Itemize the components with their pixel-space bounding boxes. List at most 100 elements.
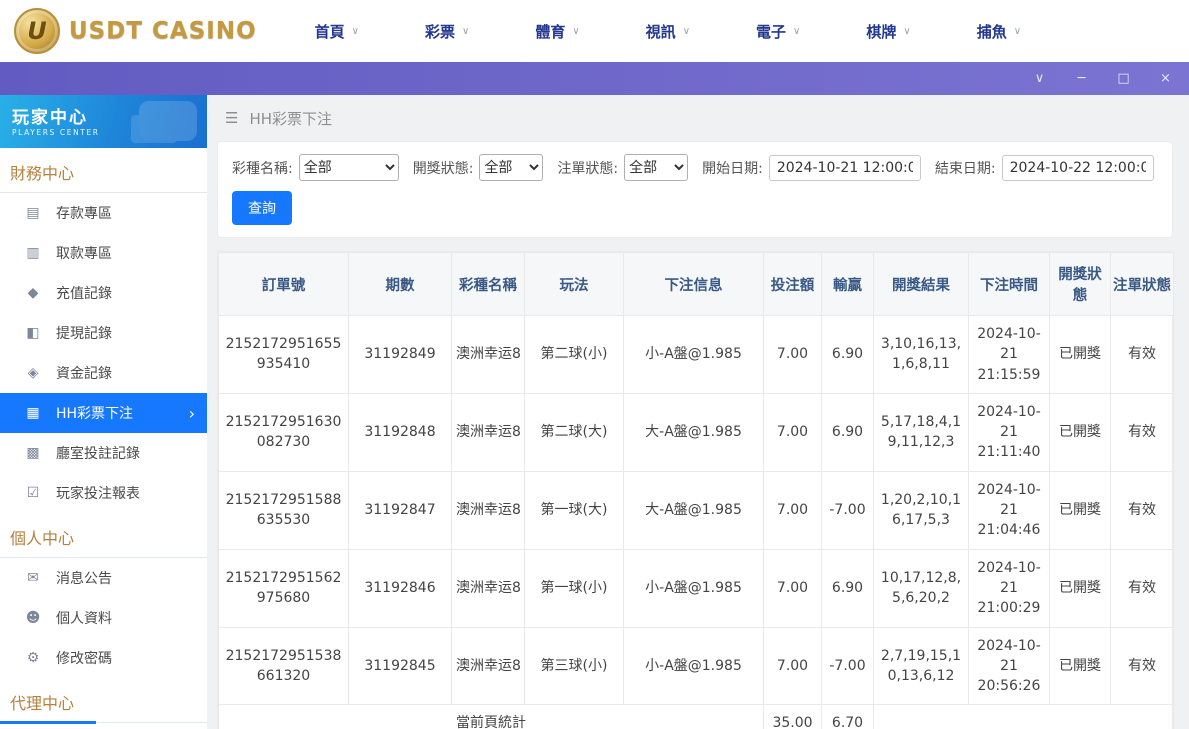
start-date-label: 開始日期: — [702, 158, 763, 178]
announcement-icon: ✉ — [24, 570, 42, 586]
table-row: 215217295153866132031192845澳洲幸运8第三球(小)小-… — [219, 627, 1174, 705]
column-header: 訂單號 — [219, 253, 349, 316]
table-cell: 第一球(小) — [525, 549, 624, 627]
sidebar-item-room-bet-record[interactable]: ▩廳室投註記錄 — [0, 433, 207, 473]
nav-item-sports[interactable]: 體育∨ — [535, 21, 579, 42]
table-cell: 澳洲幸运8 — [452, 393, 525, 471]
table-cell: 31192847 — [349, 471, 452, 549]
sidebar-item-hh-lottery-bet[interactable]: ▦ HH彩票下注 › — [0, 393, 207, 433]
sidebar-item-withdraw-area[interactable]: ▥取款專區 — [0, 233, 207, 273]
section-title: 代理中心 — [0, 678, 207, 723]
order-status-select[interactable]: 全部 — [624, 154, 688, 181]
nav-item-home[interactable]: 首頁∨ — [315, 21, 359, 42]
lottery-label: 彩種名稱: — [232, 158, 293, 178]
column-header: 開獎狀態 — [1050, 253, 1111, 316]
window-minimize-icon[interactable]: ─ — [1074, 72, 1089, 85]
sidebar-item-player-bet-report[interactable]: ☑玩家投注報表 — [0, 473, 207, 513]
sidebar-header: 玩家中心 PLAYERS CENTER — [0, 95, 207, 148]
start-date-input[interactable] — [769, 155, 921, 181]
table-cell: 2024-10-21 21:04:46 — [969, 471, 1050, 549]
sidebar-item-deposit-area[interactable]: ▤存款專區 — [0, 193, 207, 233]
sidebar-item-withdraw-record[interactable]: ◧提現記錄 — [0, 313, 207, 353]
nav-item-chess[interactable]: 棋牌∨ — [866, 21, 910, 42]
table-cell: 10,17,12,8,5,6,20,2 — [874, 549, 969, 627]
table-cell: 2152172951630082730 — [219, 393, 349, 471]
main-content: ☰ HH彩票下注 彩種名稱: 全部 開獎狀態: 全部 注單狀態: 全部 開始日期… — [207, 95, 1189, 729]
window-maximize-icon[interactable]: □ — [1116, 72, 1131, 85]
window-title-bar: ∨ ─ □ × — [0, 62, 1189, 95]
column-header: 下注信息 — [624, 253, 764, 316]
nav-item-lottery[interactable]: 彩票∨ — [425, 21, 469, 42]
lottery-select[interactable]: 全部 — [299, 154, 399, 181]
search-button[interactable]: 查詢 — [232, 191, 292, 225]
chevron-down-icon: ∨ — [683, 26, 690, 37]
window-close-icon[interactable]: × — [1158, 72, 1173, 85]
table-cell: 已開獎 — [1050, 471, 1111, 549]
table-cell: 1,20,2,10,16,17,5,3 — [874, 471, 969, 549]
hamburger-icon[interactable]: ☰ — [225, 109, 238, 127]
sidebar-item-label: 充值記錄 — [56, 283, 112, 303]
sidebar-item-label: 提現記錄 — [56, 323, 112, 343]
table-cell: 6.90 — [822, 393, 874, 471]
table-cell: 7.00 — [764, 627, 822, 705]
sidebar-item-recharge-record[interactable]: ◆ 充值記錄 — [0, 273, 207, 313]
table-cell: 已開獎 — [1050, 393, 1111, 471]
sidebar-item-label: 存款專區 — [56, 203, 112, 223]
sidebar-section: 個人中心✉消息公告☻個人資料⚙修改密碼 — [0, 513, 207, 678]
sidebar-item-label: 消息公告 — [56, 568, 112, 588]
table-cell: 澳洲幸运8 — [452, 316, 525, 394]
table-cell: 2024-10-21 21:00:29 — [969, 549, 1050, 627]
table-cell: 第一球(大) — [525, 471, 624, 549]
draw-status-select[interactable]: 全部 — [479, 154, 543, 181]
sidebar-sections: 財務中心▤存款專區▥取款專區 ◆ 充值記錄 ◧提現記錄◈資金記錄 ▦ HH彩票下注 › ▩廳室… — [0, 148, 207, 723]
window-chevron-icon[interactable]: ∨ — [1032, 72, 1047, 85]
table-cell: 31192846 — [349, 549, 452, 627]
recharge-icon: ◆ — [24, 285, 42, 301]
column-header: 投注額 — [764, 253, 822, 316]
table-cell: 6.90 — [822, 316, 874, 394]
funds-icon: ◈ — [24, 365, 42, 381]
table-row: 215217295156297568031192846澳洲幸运8第一球(小)小-… — [219, 549, 1174, 627]
summary-empty — [874, 705, 1174, 729]
table-cell: 31192845 — [349, 627, 452, 705]
draw-status-label: 開獎狀態: — [413, 158, 474, 178]
table-cell: 2152172951588635530 — [219, 471, 349, 549]
lottery-bet-icon: ▦ — [24, 405, 42, 421]
profile-icon: ☻ — [24, 610, 42, 626]
table-cell: -7.00 — [822, 471, 874, 549]
sidebar-item-label: 取款專區 — [56, 243, 112, 263]
table-row: 215217295163008273031192848澳洲幸运8第二球(大)大-… — [219, 393, 1174, 471]
table-row: 215217295158863553031192847澳洲幸运8第一球(大)大-… — [219, 471, 1174, 549]
summary-row: 當前頁統計35.006.70 — [219, 705, 1174, 729]
column-header: 彩種名稱 — [452, 253, 525, 316]
chevron-right-icon: › — [189, 404, 195, 423]
sidebar-item-funds-record[interactable]: ◈資金記錄 — [0, 353, 207, 393]
end-date-input[interactable] — [1002, 155, 1154, 181]
sidebar-item-announcement[interactable]: ✉ 消息公告 — [0, 558, 207, 598]
sidebar-section: 代理中心 — [0, 678, 207, 723]
table-header-row: 訂單號期數彩種名稱玩法下注信息投注額輸贏開獎結果下注時間開獎狀態注單狀態 — [219, 253, 1174, 316]
nav-item-fishing[interactable]: 捕魚∨ — [977, 21, 1021, 42]
nav-item-label: 電子 — [756, 21, 786, 42]
nav-item-label: 體育 — [535, 21, 565, 42]
sidebar-item-label: 玩家投注報表 — [56, 483, 140, 503]
table-cell: 澳洲幸运8 — [452, 471, 525, 549]
sidebar-item-change-password[interactable]: ⚙修改密碼 — [0, 638, 207, 678]
filter-panel: 彩種名稱: 全部 開獎狀態: 全部 注單狀態: 全部 開始日期: 結束日期: 查… — [217, 141, 1173, 238]
table-cell: 6.90 — [822, 549, 874, 627]
nav-item-electronic[interactable]: 電子∨ — [756, 21, 800, 42]
top-bar: U USDT CASINO 首頁∨彩票∨體育∨視訊∨電子∨棋牌∨捕魚∨ — [0, 0, 1189, 62]
table-cell: 第二球(小) — [525, 316, 624, 394]
table-cell: 2024-10-21 20:56:26 — [969, 627, 1050, 705]
sidebar-item-profile[interactable]: ☻個人資料 — [0, 598, 207, 638]
table-cell: 澳洲幸运8 — [452, 627, 525, 705]
table-cell: 小-A盤@1.985 — [624, 627, 764, 705]
table-cell: 7.00 — [764, 393, 822, 471]
sidebar-item-label: HH彩票下注 — [56, 403, 133, 423]
table-cell: 小-A盤@1.985 — [624, 316, 764, 394]
section-title: 財務中心 — [0, 148, 207, 193]
room-record-icon: ▩ — [24, 445, 42, 461]
table-cell: 小-A盤@1.985 — [624, 549, 764, 627]
chevron-down-icon: ∨ — [462, 26, 469, 37]
nav-item-video[interactable]: 視訊∨ — [646, 21, 690, 42]
